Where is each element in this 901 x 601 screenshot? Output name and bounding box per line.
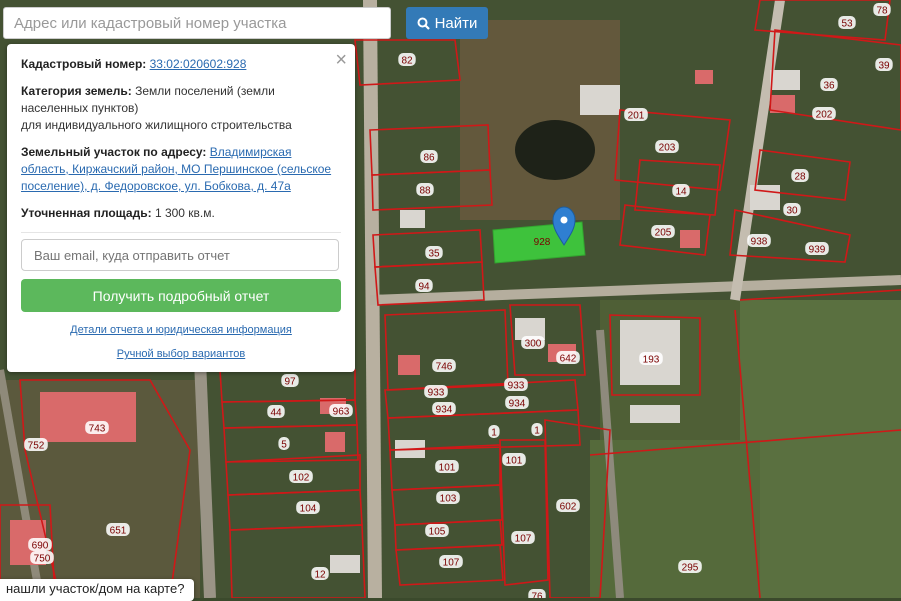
parcel-number-label[interactable]: 193 <box>643 355 660 366</box>
parcel-number-label[interactable]: 78 <box>876 6 888 17</box>
land-category-row: Категория земель: Земли поселений (земли… <box>21 83 341 134</box>
parcel-number-label[interactable]: 750 <box>34 554 51 565</box>
parcel-number-label[interactable]: 938 <box>751 237 768 248</box>
parcel-number-label[interactable]: 35 <box>428 249 440 260</box>
parcel-number-label[interactable]: 107 <box>515 534 532 545</box>
report-details-link[interactable]: Детали отчета и юридическая информация <box>70 324 292 336</box>
parcel-number-label[interactable]: 963 <box>333 407 350 418</box>
parcel-number-label[interactable]: 104 <box>300 504 317 515</box>
parcel-number-label[interactable]: 205 <box>655 228 672 239</box>
parcel-number-label[interactable]: 102 <box>293 473 310 484</box>
parcel-number-label[interactable]: 1 <box>491 428 497 439</box>
area-row: Уточненная площадь: 1 300 кв.м. <box>21 205 341 222</box>
selected-parcel-label[interactable]: 928 <box>534 237 551 248</box>
parcel-number-label[interactable]: 88 <box>419 186 431 197</box>
parcel-number-label[interactable]: 690 <box>32 541 49 552</box>
parcel-number-label[interactable]: 933 <box>428 388 445 399</box>
address-label: Земельный участок по адресу: <box>21 145 207 159</box>
parcel-number-label[interactable]: 36 <box>823 81 835 92</box>
parcel-number-label[interactable]: 295 <box>682 563 699 574</box>
parcel-number-label[interactable]: 752 <box>28 441 45 452</box>
parcel-number-label[interactable]: 203 <box>659 143 676 154</box>
cadastral-number-link[interactable]: 33:02:020602:928 <box>150 57 247 71</box>
parcel-number-label[interactable]: 107 <box>443 558 460 569</box>
parcel-number-label[interactable]: 44 <box>270 408 282 419</box>
parcel-number-label[interactable]: 201 <box>628 111 645 122</box>
cadastral-label: Кадастровый номер: <box>21 57 147 71</box>
parcel-number-label[interactable]: 12 <box>314 570 326 581</box>
parcel-number-label[interactable]: 300 <box>525 339 542 350</box>
search-input[interactable] <box>3 7 391 39</box>
parcel-number-label[interactable]: 746 <box>436 362 453 373</box>
parcel-number-label[interactable]: 934 <box>509 399 526 410</box>
parcel-number-label[interactable]: 97 <box>284 377 296 388</box>
address-row: Земельный участок по адресу: Владимирска… <box>21 144 341 195</box>
parcel-number-label[interactable]: 105 <box>429 527 446 538</box>
cadastral-number-row: Кадастровый номер: 33:02:020602:928 <box>21 56 341 73</box>
parcel-number-label[interactable]: 101 <box>506 456 523 467</box>
parcel-number-label[interactable]: 202 <box>816 110 833 121</box>
category-label: Категория земель: <box>21 84 132 98</box>
parcel-number-label[interactable]: 53 <box>841 19 853 30</box>
parcel-number-label[interactable]: 39 <box>878 61 890 72</box>
close-icon[interactable]: × <box>335 49 347 72</box>
parcel-number-label[interactable]: 602 <box>560 502 577 513</box>
parcel-number-label[interactable]: 28 <box>794 172 806 183</box>
parcel-number-label[interactable]: 1 <box>534 426 540 437</box>
parcel-number-label[interactable]: 76 <box>531 592 543 599</box>
parcel-number-label[interactable]: 743 <box>89 424 106 435</box>
parcel-number-label[interactable]: 933 <box>508 381 525 392</box>
parcel-number-label[interactable]: 14 <box>675 187 687 198</box>
search-icon <box>417 17 430 30</box>
manual-selection-link[interactable]: Ручной выбор вариантов <box>117 348 245 360</box>
parcel-number-label[interactable]: 94 <box>418 282 430 293</box>
divider <box>21 232 341 233</box>
parcel-number-label[interactable]: 86 <box>423 153 435 164</box>
get-report-button[interactable]: Получить подробный отчет <box>21 279 341 312</box>
area-value: 1 300 кв.м. <box>154 206 215 220</box>
parcel-number-label[interactable]: 30 <box>786 206 798 217</box>
parcel-number-label[interactable]: 651 <box>110 526 127 537</box>
category-use: для индивидуального жилищного строительс… <box>21 118 292 132</box>
parcel-info-panel: × Кадастровый номер: 33:02:020602:928 Ка… <box>7 44 355 372</box>
parcel-number-label[interactable]: 642 <box>560 354 577 365</box>
parcel-number-label[interactable]: 934 <box>436 405 453 416</box>
search-button[interactable]: Найти <box>406 7 488 39</box>
email-field[interactable] <box>21 239 339 271</box>
parcel-number-label[interactable]: 103 <box>440 494 457 505</box>
parcel-number-label[interactable]: 939 <box>809 245 826 256</box>
search-button-label: Найти <box>434 14 478 32</box>
area-label: Уточненная площадь: <box>21 206 152 220</box>
parcel-number-label[interactable]: 5 <box>281 440 287 451</box>
parcel-number-label[interactable]: 82 <box>401 56 413 67</box>
parcel-number-label[interactable]: 101 <box>439 463 456 474</box>
